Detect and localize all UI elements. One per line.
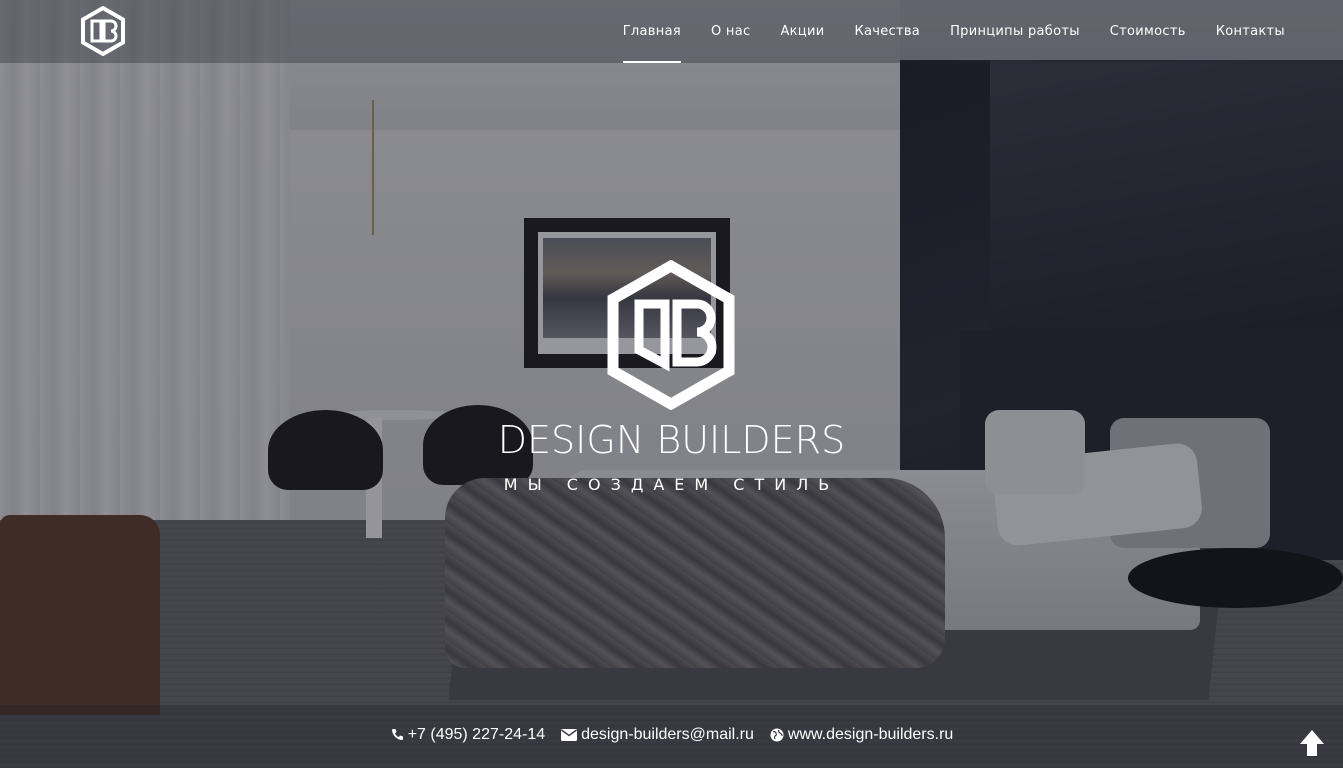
- email-address: design-builders@mail.ru: [581, 726, 754, 743]
- nav-item-contacts[interactable]: Контакты: [1216, 0, 1285, 63]
- header-bar: Главная О нас Акции Качества Принципы ра…: [0, 0, 1343, 63]
- envelope-icon: [561, 729, 578, 741]
- page: Главная О нас Акции Качества Принципы ра…: [0, 0, 1343, 768]
- contact-website[interactable]: www.design-builders.ru: [770, 726, 953, 744]
- contact-email[interactable]: design-builders@mail.ru: [561, 726, 754, 744]
- nav-item-about[interactable]: О нас: [711, 0, 750, 63]
- db-hexagon-logo-icon: [607, 260, 735, 410]
- phone-icon: [391, 729, 403, 740]
- contact-phone[interactable]: +7 (495) 227-24-14: [390, 726, 545, 744]
- db-hexagon-logo-icon[interactable]: [80, 6, 126, 56]
- hero-slogan: МЫ СОЗДАЕМ СТИЛЬ: [503, 475, 840, 494]
- arrow-up-icon[interactable]: [1298, 728, 1326, 758]
- main-nav: Главная О нас Акции Качества Принципы ра…: [593, 0, 1285, 63]
- nav-item-principles[interactable]: Принципы работы: [950, 0, 1080, 63]
- nav-item-home[interactable]: Главная: [622, 0, 682, 63]
- nav-item-promotions[interactable]: Акции: [780, 0, 824, 63]
- nav-item-pricing[interactable]: Стоимость: [1110, 0, 1186, 63]
- contact-bar: +7 (495) 227-24-14 design-builders@mail.…: [0, 726, 1343, 744]
- hero-title: DESIGN BUILDERS: [497, 418, 846, 462]
- website-url: www.design-builders.ru: [787, 726, 954, 743]
- phone-number: +7 (495) 227-24-14: [407, 726, 546, 743]
- nav-item-qualities[interactable]: Качества: [854, 0, 920, 63]
- globe-icon: [770, 728, 784, 742]
